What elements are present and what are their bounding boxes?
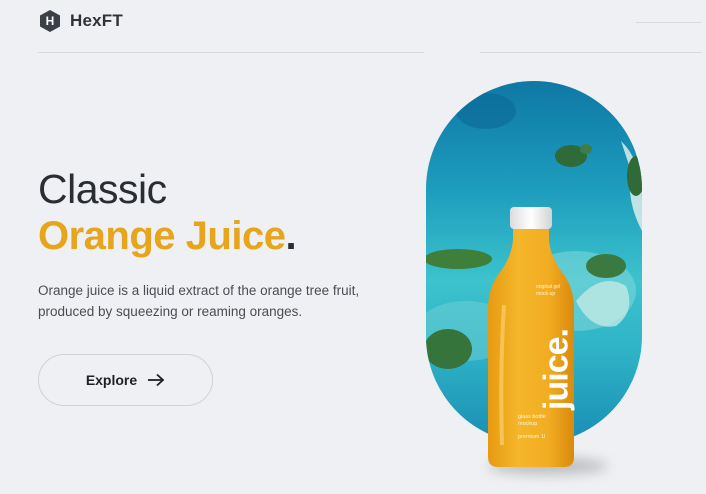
bottle-label-top-line1: original gel [536,284,561,290]
arrow-right-icon [147,373,165,387]
hero-title-orange-juice: Orange Juice. [38,214,297,259]
header-divider-left [38,52,424,53]
hero-title-highlight: Orange Juice [38,214,286,258]
header-accent-line [636,22,702,23]
bottle-label-top: original gel mock-up [536,284,560,298]
explore-label: Explore [85,372,138,388]
hero-description: Orange juice is a liquid extract of the … [38,283,360,319]
hero-title-dot: . [285,214,297,258]
header: H HexFT [0,0,706,52]
header-divider-right [480,52,702,53]
hexagon-logo-icon: H [38,9,62,33]
explore-button[interactable]: Explore [38,354,213,406]
bottle-label-top-line2: mock-up [536,291,556,297]
bottle-label-bottom-line1: glass bottle [518,414,546,420]
logo-letter: H [45,14,55,28]
bottle-label-volume: premium 1l [518,434,546,440]
logo[interactable]: H HexFT [38,9,123,33]
bottle-label-bottom: glass bottle mockup premium 1l [518,414,546,441]
brand-name: HexFT [70,11,123,30]
hero-title-classic: Classic [38,166,167,212]
bottle-label-bottom-line2: mockup [518,421,538,427]
